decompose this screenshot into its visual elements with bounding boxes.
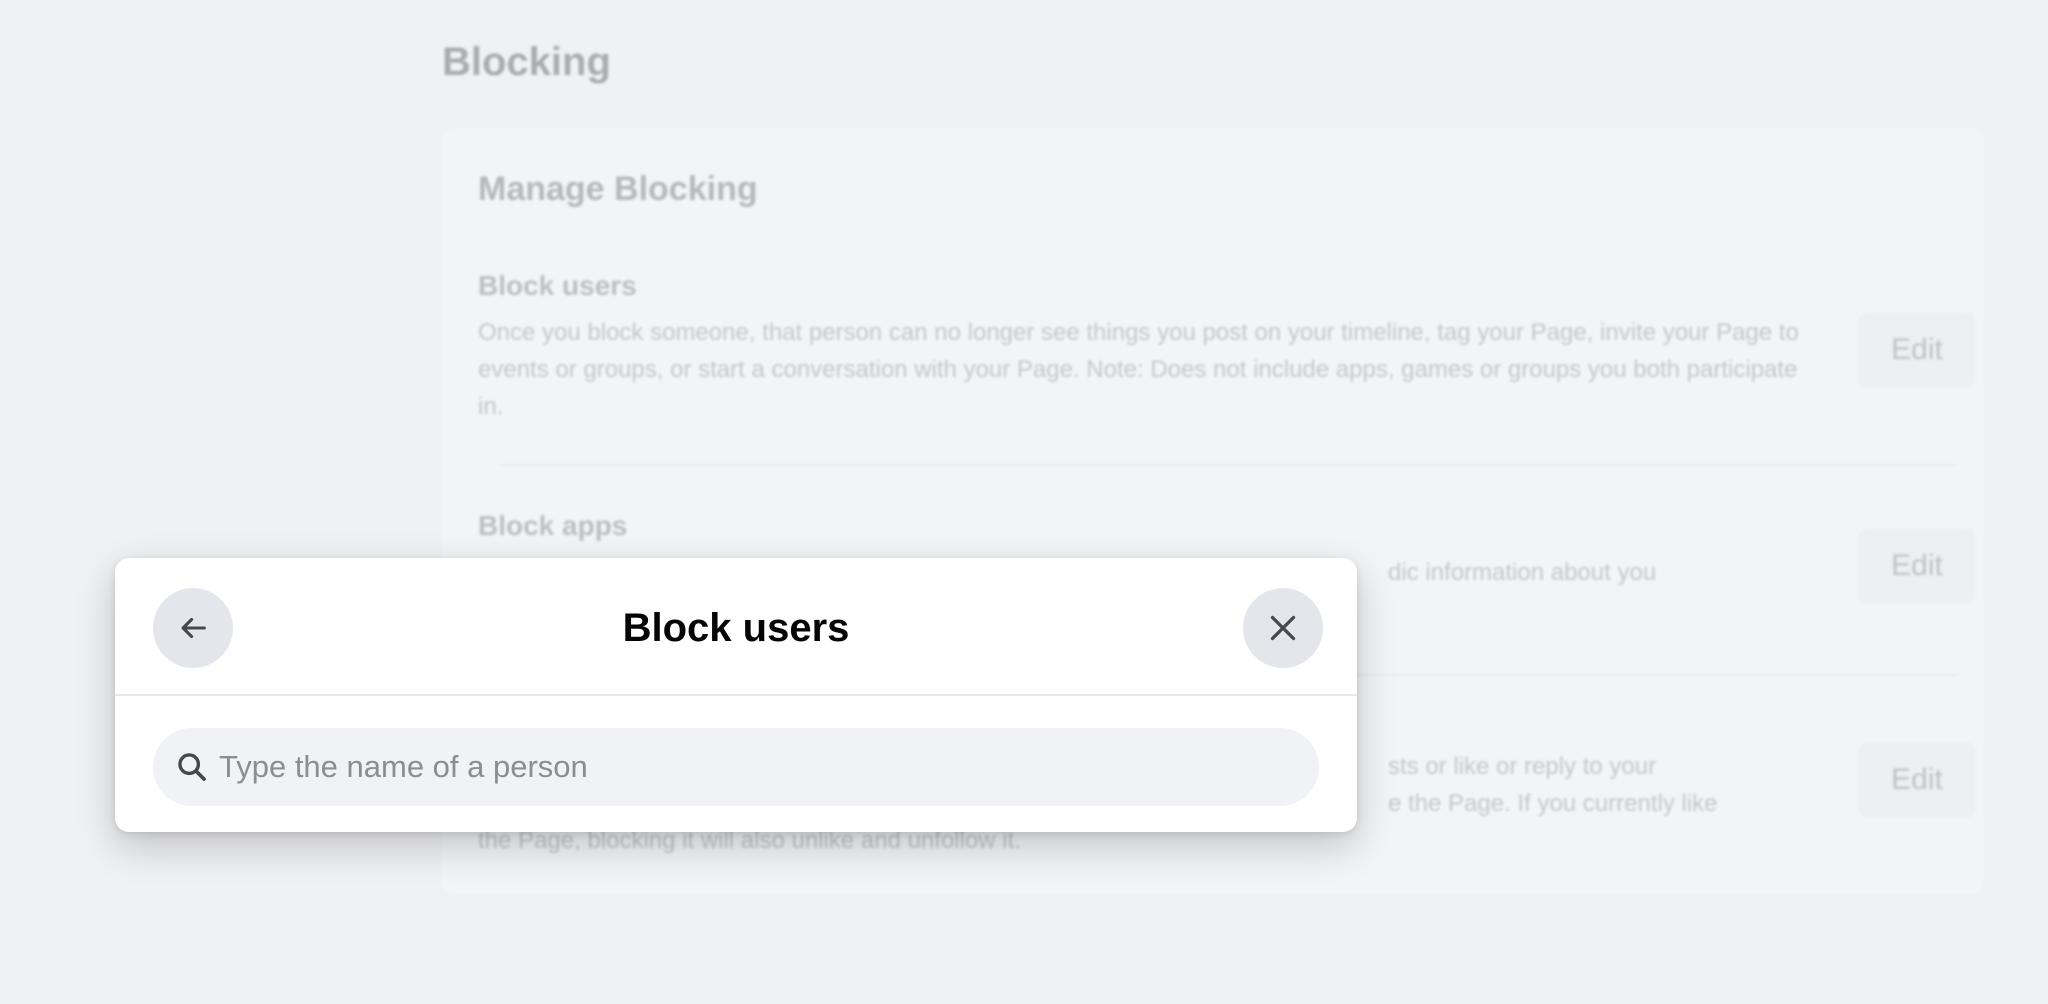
edit-block-users-button[interactable]: Edit bbox=[1858, 312, 1976, 388]
section-title: Blocking bbox=[442, 40, 611, 84]
close-icon bbox=[1270, 615, 1296, 641]
back-button[interactable] bbox=[153, 588, 233, 668]
page: Blocking Manage Blocking Block users Onc… bbox=[0, 0, 2048, 1004]
block-users-row: Block users Once you block someone, that… bbox=[478, 270, 1958, 425]
arrow-left-icon bbox=[181, 617, 206, 639]
edit-block-pages-button[interactable]: Edit bbox=[1858, 742, 1976, 818]
block-users-dialog: Block users bbox=[115, 558, 1357, 832]
dialog-title: Block users bbox=[622, 606, 850, 650]
dialog-divider bbox=[115, 694, 1357, 696]
row-description: Once you block someone, that person can … bbox=[478, 319, 1799, 420]
search-icon bbox=[178, 753, 206, 781]
dialog-header: Block users bbox=[115, 558, 1357, 694]
background-settings-page: Blocking Manage Blocking Block users Onc… bbox=[0, 0, 2048, 1004]
card-title: Manage Blocking bbox=[478, 170, 758, 208]
row-title: Block apps bbox=[478, 510, 628, 541]
row-divider bbox=[498, 464, 1958, 466]
close-button[interactable] bbox=[1243, 588, 1323, 668]
edit-block-apps-button[interactable]: Edit bbox=[1858, 528, 1976, 604]
row-title: Block users bbox=[478, 270, 637, 301]
search-box[interactable] bbox=[153, 728, 1319, 806]
search-person-input[interactable] bbox=[219, 728, 1319, 806]
